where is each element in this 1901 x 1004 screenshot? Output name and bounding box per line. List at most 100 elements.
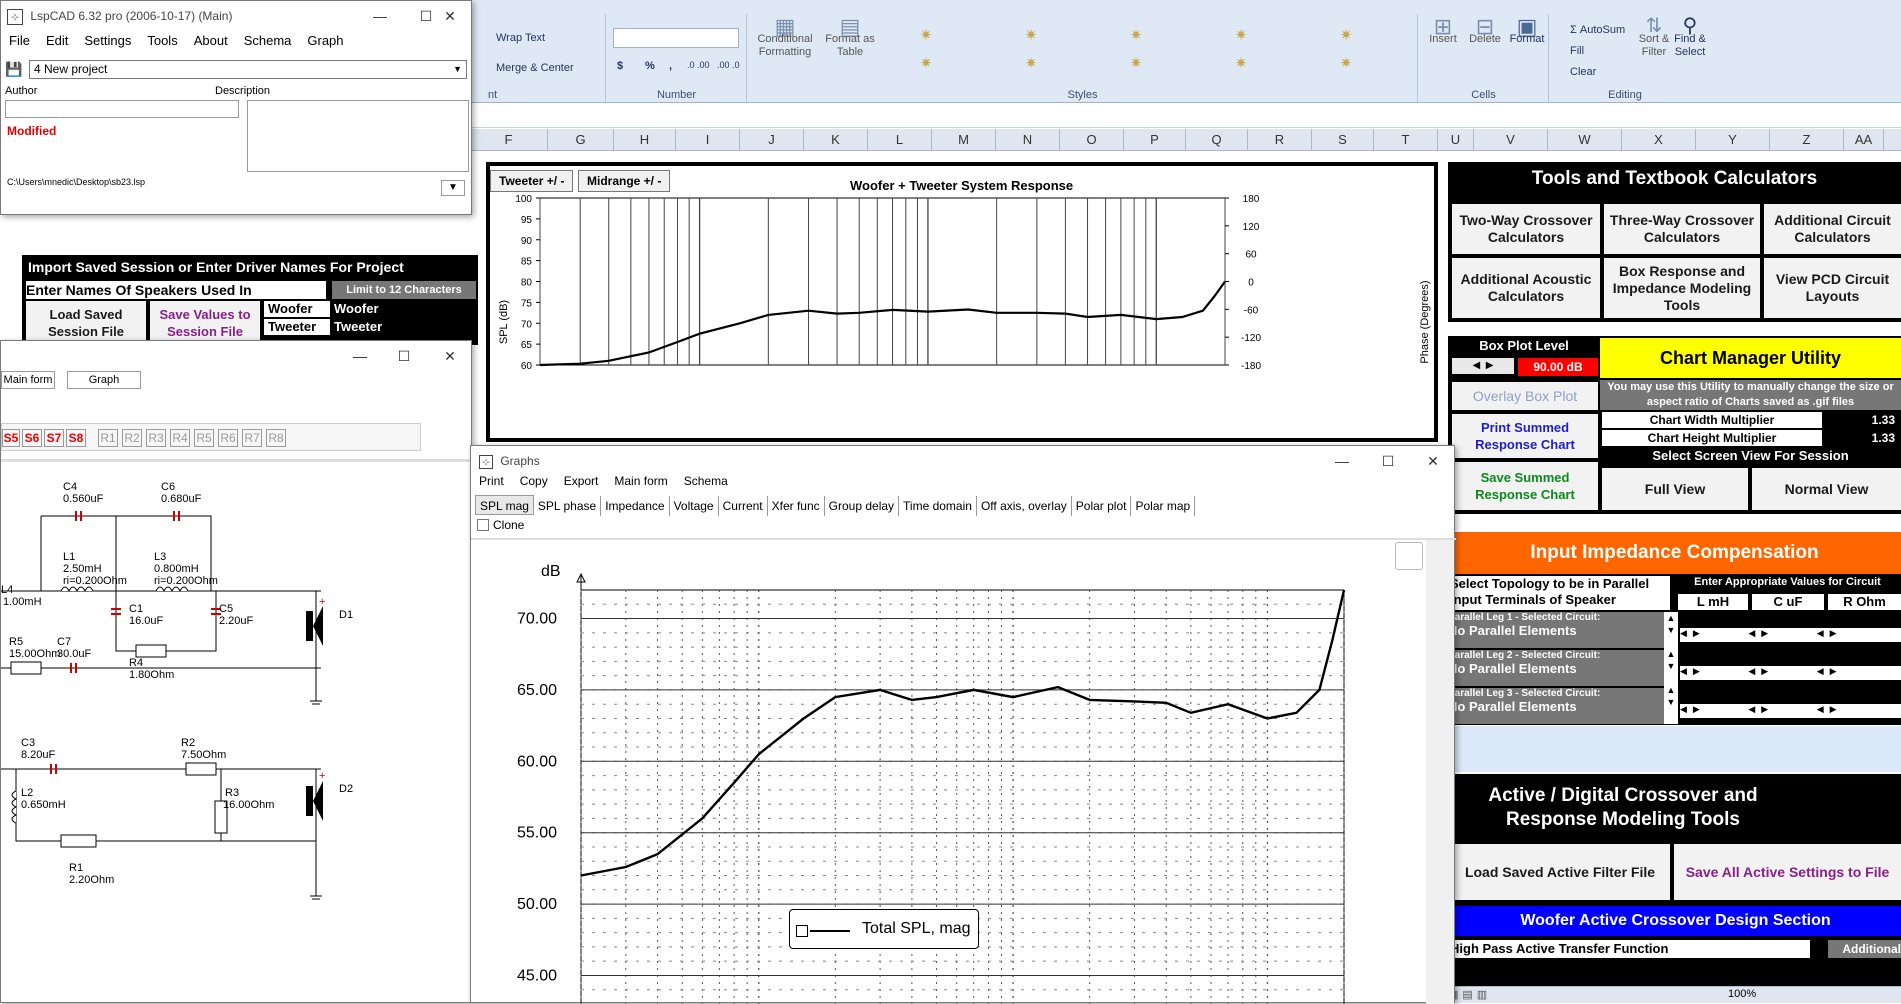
column-header[interactable]: Q (1186, 129, 1248, 151)
driver-name-value[interactable]: Woofer (334, 301, 379, 316)
column-header[interactable]: P (1124, 129, 1186, 151)
comma-button[interactable]: , (669, 60, 672, 72)
increase-decimal-button[interactable]: .0 .00 (687, 60, 710, 70)
format-as-table-button[interactable]: ▤ Format as Table (820, 16, 880, 59)
load-active-filter-button[interactable]: Load Saved Active Filter File (1450, 844, 1670, 900)
tab-spl-mag[interactable]: SPL mag (475, 495, 534, 515)
tab-off-axis[interactable]: Off axis, overlay (976, 496, 1072, 516)
sort-filter-button[interactable]: ⇅ Sort & Filter (1636, 16, 1672, 59)
menu-print[interactable]: Print (471, 471, 512, 491)
style-swatch-icon[interactable]: ✷ (1128, 28, 1144, 44)
column-header[interactable]: H (614, 129, 676, 151)
tab-polar-plot[interactable]: Polar plot (1071, 496, 1132, 516)
column-header[interactable]: Y (1696, 129, 1770, 151)
parallel-leg-3[interactable]: Parallel Leg 3 - Selected Circuit: No Pa… (1448, 688, 1664, 724)
menu-about[interactable]: About (186, 31, 236, 51)
column-header[interactable]: I (676, 129, 740, 151)
parallel-leg-1[interactable]: Parallel Leg 1 - Selected Circuit: No Pa… (1448, 612, 1664, 648)
style-swatch-icon[interactable]: ✷ (1233, 28, 1249, 44)
zoom-level[interactable]: 100% (1728, 988, 1756, 1000)
column-header[interactable]: X (1622, 129, 1696, 151)
save-icon[interactable]: 💾 (5, 61, 23, 78)
fill-button[interactable]: Fill (1570, 45, 1584, 57)
full-view-button[interactable]: Full View (1602, 468, 1748, 510)
menu-edit[interactable]: Edit (38, 31, 76, 51)
additional-acoustic-button[interactable]: Additional Acoustic Calculators (1452, 258, 1600, 318)
tab-xfer-func[interactable]: Xfer func (767, 496, 825, 516)
print-summed-button[interactable]: Print Summed Response Chart (1452, 414, 1598, 458)
format-button[interactable]: ▣ Format (1507, 16, 1547, 46)
two-way-crossover-button[interactable]: Two-Way Crossover Calculators (1452, 204, 1600, 254)
width-multiplier-value[interactable]: 1.33 (1826, 412, 1901, 428)
tab-polar-map[interactable]: Polar map (1131, 496, 1196, 516)
style-swatch-icon[interactable]: ✷ (918, 28, 934, 44)
style-swatch-icon[interactable]: ✷ (1338, 28, 1354, 44)
style-swatch-icon[interactable]: ✷ (918, 56, 934, 72)
description-field[interactable] (247, 100, 469, 172)
menu-tools[interactable]: Tools (139, 31, 185, 51)
legend-toggle-checkbox[interactable] (796, 925, 808, 937)
parallel-leg-2[interactable]: Parallel Leg 2 - Selected Circuit: No Pa… (1448, 650, 1664, 686)
tab-spl-phase[interactable]: SPL phase (533, 496, 602, 516)
style-swatch-icon[interactable]: ✷ (1023, 28, 1039, 44)
column-header[interactable]: AA (1844, 129, 1884, 151)
height-multiplier-value[interactable]: 1.33 (1826, 430, 1901, 446)
menu-export[interactable]: Export (556, 471, 607, 491)
clear-button[interactable]: Clear (1570, 66, 1596, 78)
load-session-button[interactable]: Load Saved Session File (26, 301, 146, 345)
menu-graph[interactable]: Graph (299, 31, 351, 51)
style-swatch-icon[interactable]: ✷ (1128, 56, 1144, 72)
menu-schema[interactable]: Schema (236, 31, 300, 51)
menu-main-form[interactable]: Main form (606, 471, 675, 491)
column-header[interactable]: G (548, 129, 614, 151)
view-pcd-button[interactable]: View PCD Circuit Layouts (1764, 258, 1901, 318)
percent-button[interactable]: % (645, 60, 655, 72)
save-session-button[interactable]: Save Values to Session File (150, 301, 260, 345)
column-header[interactable]: W (1548, 129, 1622, 151)
minimize-button[interactable]: — (357, 1, 403, 31)
project-dropdown[interactable]: 4 New project ▼ (29, 60, 467, 79)
column-header[interactable]: O (1060, 129, 1124, 151)
style-swatch-icon[interactable]: ✷ (1233, 56, 1249, 72)
merge-center-button[interactable]: Merge & Center (496, 62, 574, 74)
three-way-crossover-button[interactable]: Three-Way Crossover Calculators (1604, 204, 1760, 254)
additional-circuit-button[interactable]: Additional Circuit Calculators (1764, 204, 1901, 254)
menu-copy[interactable]: Copy (512, 471, 556, 491)
menu-file[interactable]: File (1, 31, 38, 51)
conditional-formatting-button[interactable]: ▦ Conditional Formatting (750, 16, 820, 59)
autosum-button[interactable]: Σ AutoSum (1570, 24, 1625, 36)
close-button[interactable]: ✕ (427, 1, 473, 31)
save-summed-button[interactable]: Save Summed Response Chart (1452, 462, 1598, 510)
column-header[interactable]: T (1374, 129, 1438, 151)
column-header[interactable]: Z (1770, 129, 1844, 151)
column-header[interactable]: L (868, 129, 932, 151)
column-header[interactable]: V (1474, 129, 1548, 151)
column-header[interactable]: M (932, 129, 996, 151)
author-field[interactable] (5, 100, 239, 118)
box-plot-level-stepper[interactable]: ◀ ▶ (1452, 358, 1514, 374)
wrap-text-button[interactable]: Wrap Text (496, 32, 545, 44)
column-header[interactable]: J (740, 129, 804, 151)
currency-button[interactable]: $ (617, 60, 623, 72)
decrease-decimal-button[interactable]: .00 .0 (717, 60, 740, 70)
style-swatch-icon[interactable]: ✷ (1023, 56, 1039, 72)
column-header[interactable]: R (1248, 129, 1312, 151)
leg-selector-spinners[interactable]: ▲ ▼ ▲ ▼ ▲ ▼ (1664, 612, 1678, 724)
tab-voltage[interactable]: Voltage (669, 496, 719, 516)
tab-group-delay[interactable]: Group delay (824, 496, 900, 516)
normal-view-button[interactable]: Normal View (1752, 468, 1901, 510)
tab-time-domain[interactable]: Time domain (899, 496, 977, 516)
insert-button[interactable]: ⊞ Insert (1423, 16, 1463, 46)
leg2-value-steppers[interactable]: ◀▶ ◀▶ ◀▶ (1680, 666, 1901, 680)
clone-checkbox[interactable] (477, 519, 489, 531)
column-header[interactable]: K (804, 129, 868, 151)
driver-name-value[interactable]: Tweeter (334, 319, 382, 334)
delete-button[interactable]: ⊟ Delete (1465, 16, 1505, 46)
style-swatch-icon[interactable]: ✷ (1338, 56, 1354, 72)
expand-button[interactable]: ▼ (441, 180, 465, 196)
leg1-value-steppers[interactable]: ◀▶ ◀▶ ◀▶ (1680, 628, 1901, 642)
overlay-box-plot-button[interactable]: Overlay Box Plot (1452, 382, 1598, 410)
menu-schema[interactable]: Schema (676, 471, 736, 491)
find-select-button[interactable]: ⚲ Find & Select (1672, 16, 1708, 59)
column-header[interactable]: F (470, 129, 548, 151)
